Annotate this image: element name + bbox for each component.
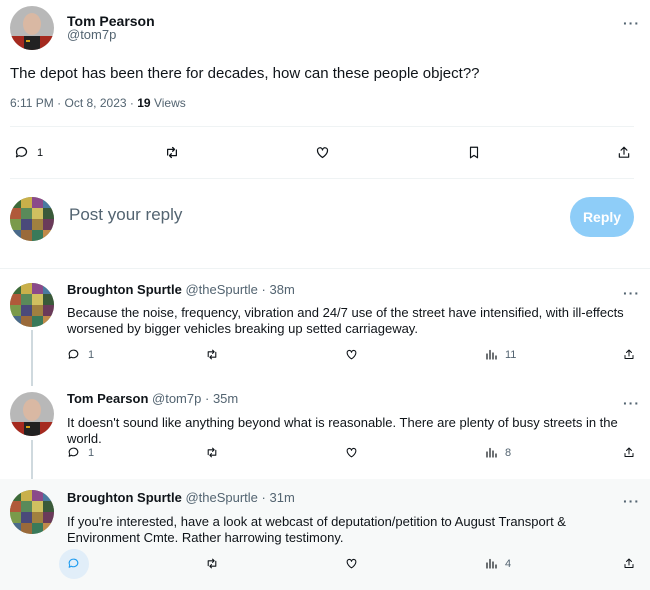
bookmark-icon — [469, 146, 479, 159]
views-count: 19 — [137, 96, 151, 110]
thread-line — [31, 440, 33, 484]
reply-author-handle[interactable]: @theSpurtle — [185, 282, 257, 297]
divider — [0, 268, 650, 269]
share-icon — [624, 349, 634, 359]
meta-separator: · — [129, 96, 134, 110]
reply-time[interactable]: 35m — [213, 391, 238, 406]
divider — [10, 126, 634, 127]
tweet-meta: 6:11 PM · Oct 8, 2023 · 19 Views — [10, 96, 186, 110]
like-button[interactable] — [315, 145, 330, 160]
like-icon — [346, 447, 357, 458]
more-icon[interactable]: ··· — [623, 15, 640, 31]
like-button[interactable] — [345, 348, 358, 361]
reply-author-name[interactable]: Tom Pearson — [67, 391, 148, 406]
meta-separator: · — [261, 490, 266, 505]
more-icon[interactable]: ··· — [623, 395, 640, 411]
reply-author-name[interactable]: Broughton Spurtle — [67, 490, 182, 505]
tweet-date[interactable]: Oct 8, 2023 — [65, 96, 127, 110]
views-button[interactable]: 8 — [485, 446, 511, 459]
reply-icon — [68, 558, 79, 568]
retweet-button[interactable] — [205, 348, 219, 361]
reply-time[interactable]: 31m — [270, 490, 295, 505]
reply-button[interactable]: 1 — [67, 446, 94, 459]
like-button[interactable] — [345, 446, 358, 459]
divider — [10, 178, 634, 179]
reply-header: Broughton Spurtle @theSpurtle · 38m — [67, 282, 295, 297]
reply-button[interactable]: 1 — [67, 348, 94, 361]
share-button[interactable] — [623, 557, 635, 570]
like-icon — [346, 558, 357, 569]
meta-separator: · — [204, 391, 210, 406]
reply-count: 1 — [88, 348, 95, 361]
views-count: 8 — [505, 446, 512, 459]
reply-author-name[interactable]: Broughton Spurtle — [67, 282, 182, 297]
reply-icon — [68, 447, 79, 457]
retweet-icon — [207, 558, 217, 569]
more-icon[interactable]: ··· — [623, 493, 640, 509]
like-icon — [346, 349, 357, 360]
avatar-broughton-spurtle[interactable] — [10, 283, 54, 327]
reply-author-handle[interactable]: @tom7p — [152, 391, 201, 406]
reply-input[interactable]: Post your reply — [69, 205, 182, 225]
retweet-button[interactable] — [164, 145, 180, 160]
reply-text: It doesn't sound like anything beyond wh… — [67, 415, 618, 446]
like-icon — [316, 147, 329, 159]
avatar-tom-pearson[interactable] — [10, 392, 54, 436]
retweet-button[interactable] — [205, 446, 219, 459]
author-handle[interactable]: @tom7p — [67, 27, 116, 42]
thread-line — [31, 330, 33, 386]
meta-separator: · — [261, 282, 266, 297]
reply-icon — [68, 349, 79, 359]
reply-header: Broughton Spurtle @theSpurtle · 31m — [67, 490, 295, 505]
views-button[interactable]: 11 — [485, 348, 516, 361]
views-icon — [486, 558, 497, 569]
views-icon — [486, 349, 497, 360]
reply-header: Tom Pearson @tom7p · 35m — [67, 391, 238, 406]
avatar-current-user[interactable] — [10, 197, 54, 241]
reply-button[interactable]: 1 — [14, 145, 43, 160]
more-icon[interactable]: ··· — [623, 285, 640, 301]
reply-author-handle[interactable]: @theSpurtle — [185, 490, 257, 505]
views-count: 4 — [505, 557, 512, 570]
reply-button[interactable] — [67, 557, 80, 570]
reply-time[interactable]: 38m — [270, 282, 295, 297]
meta-separator: · — [57, 96, 62, 110]
share-button[interactable] — [623, 446, 635, 459]
views-label: Views — [153, 96, 186, 110]
like-button[interactable] — [345, 557, 358, 570]
share-icon — [624, 558, 634, 568]
tweet-time[interactable]: 6:11 PM — [10, 96, 54, 110]
reply-text: Because the noise, frequency, vibration … — [67, 305, 624, 336]
retweet-button[interactable] — [205, 557, 219, 570]
share-icon — [618, 146, 630, 158]
retweet-icon — [207, 349, 217, 360]
reply-submit-button[interactable]: Reply — [570, 197, 634, 237]
bookmark-button[interactable] — [467, 145, 481, 160]
views-icon — [486, 447, 497, 458]
tweet-text: The depot has been there for decades, ho… — [10, 65, 480, 82]
share-button[interactable] — [623, 348, 635, 361]
views-button[interactable]: 4 — [485, 557, 511, 570]
retweet-icon — [167, 146, 177, 159]
reply-text: If you're interested, have a look at web… — [67, 514, 566, 545]
share-icon — [624, 447, 634, 457]
share-button[interactable] — [617, 145, 631, 160]
avatar-broughton-spurtle[interactable] — [10, 490, 54, 534]
retweet-icon — [207, 447, 217, 458]
reply-count: 1 — [37, 146, 44, 159]
reply-count: 1 — [88, 446, 95, 459]
reply-icon — [15, 146, 28, 158]
views-count: 11 — [505, 348, 517, 361]
avatar-tom-pearson[interactable] — [10, 6, 54, 50]
